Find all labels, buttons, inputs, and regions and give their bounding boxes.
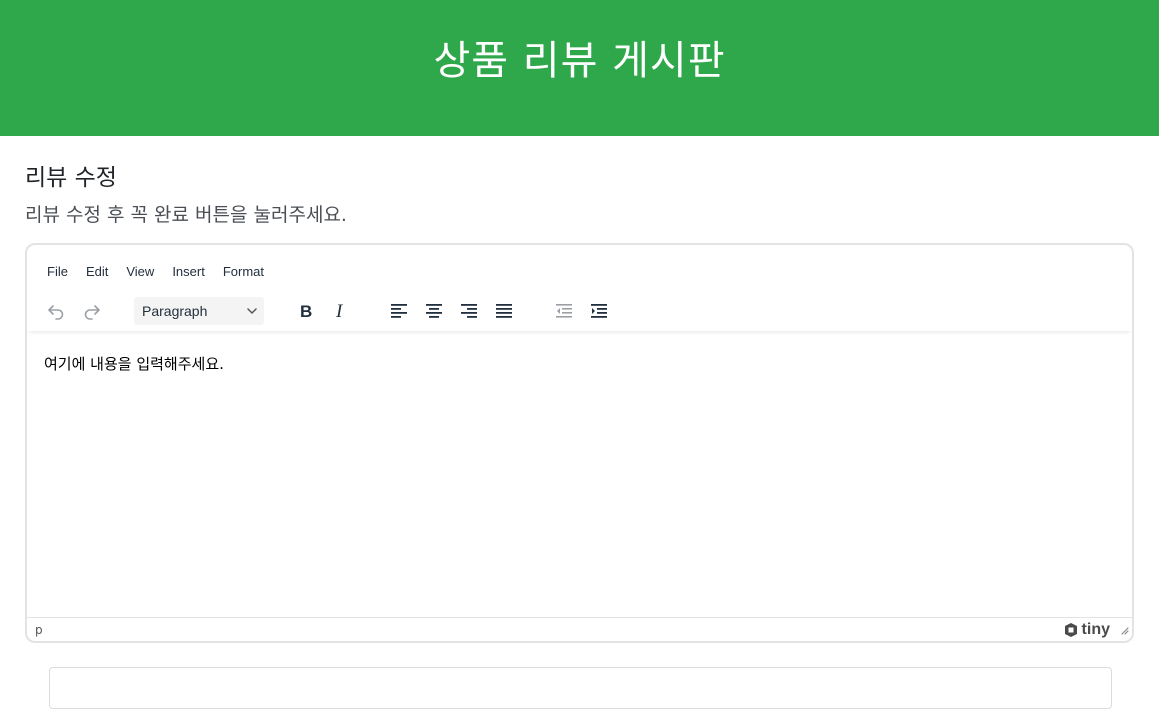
menu-file[interactable]: File [37,260,76,279]
undo-icon[interactable] [41,296,71,326]
editor-toolbar: Paragraph B I [27,291,1132,331]
redo-icon[interactable] [77,296,107,326]
tiny-logo[interactable]: tiny [1063,621,1110,639]
align-right-icon[interactable] [454,296,484,326]
chevron-down-icon [245,304,259,321]
align-left-icon[interactable] [384,296,414,326]
align-center-icon[interactable] [419,296,449,326]
align-justify-icon[interactable] [489,296,519,326]
menu-edit[interactable]: Edit [76,260,116,279]
bold-icon[interactable]: B [291,296,321,326]
indent-icon[interactable] [584,296,614,326]
editor-paragraph[interactable]: 여기에 내용을 입력해주세요. [44,353,1115,374]
editor-statusbar: p tiny [27,617,1132,641]
resize-handle-icon[interactable] [1119,624,1129,638]
svg-text:I: I [335,301,344,321]
italic-icon[interactable]: I [326,296,356,326]
editor-menubar: File Edit View Insert Format [27,245,1132,291]
editor-content[interactable]: 여기에 내용을 입력해주세요. [27,335,1132,616]
page-title: 상품 리뷰 게시판 [433,38,726,84]
menu-format[interactable]: Format [213,260,272,279]
block-format-select[interactable]: Paragraph [134,297,264,325]
block-format-value: Paragraph [142,303,208,319]
tiny-logo-text: tiny [1081,621,1110,638]
section-description: 리뷰 수정 후 꼭 완료 버튼을 눌러주세요. [25,204,347,226]
element-path[interactable]: p [35,623,43,637]
menu-view[interactable]: View [116,260,162,279]
next-panel [49,667,1112,709]
menu-insert[interactable]: Insert [162,260,213,279]
section-title: 리뷰 수정 [25,165,117,191]
svg-text:B: B [300,302,312,321]
page-header: 상품 리뷰 게시판 [0,0,1159,136]
tiny-logo-icon [1064,623,1077,637]
outdent-icon[interactable] [549,296,579,326]
rich-text-editor: File Edit View Insert Format Paragraph B… [25,243,1134,643]
